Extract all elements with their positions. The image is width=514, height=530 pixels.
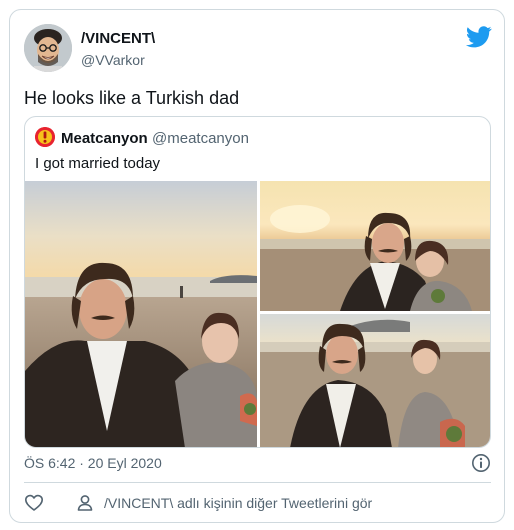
wedding-photo-1[interactable] xyxy=(25,181,257,447)
person-icon xyxy=(75,493,95,513)
more-tweets-link[interactable]: /VINCENT\ adlı kişinin diğer Tweetlerini… xyxy=(104,495,372,511)
tweet-text: He looks like a Turkish dad xyxy=(24,88,240,108)
embedded-tweet-card: /VINCENT\ @VVarkor He looks like a Turki… xyxy=(9,9,505,523)
wedding-photo-3[interactable] xyxy=(260,314,490,447)
twitter-bird-icon[interactable] xyxy=(465,26,492,48)
quoted-author-handle[interactable]: @meatcanyon xyxy=(152,130,249,147)
tweet-timestamp[interactable]: ÖS 6:42 · 20 Eyl 2020 xyxy=(24,455,162,471)
author-name[interactable]: /VINCENT\ xyxy=(81,30,155,47)
footer-divider xyxy=(24,482,491,483)
quoted-author-avatar[interactable] xyxy=(35,127,55,147)
quoted-tweet[interactable]: Meatcanyon @meatcanyon I got married tod… xyxy=(24,116,491,448)
author-avatar[interactable] xyxy=(24,24,72,72)
quoted-author-name[interactable]: Meatcanyon xyxy=(61,130,148,147)
author-handle[interactable]: @VVarkor xyxy=(81,52,145,68)
wedding-photo-2[interactable] xyxy=(260,181,490,311)
heart-icon[interactable] xyxy=(24,493,44,513)
info-icon[interactable] xyxy=(471,453,491,473)
quoted-tweet-text: I got married today xyxy=(35,155,161,172)
